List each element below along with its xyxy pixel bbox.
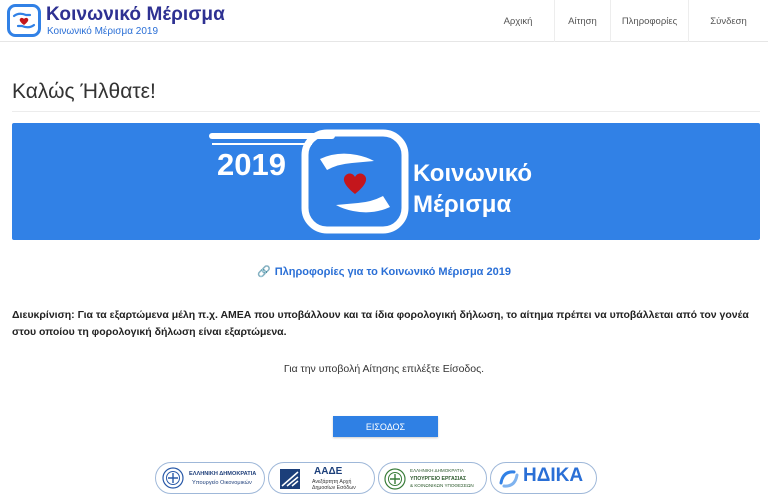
greek-emblem-icon	[384, 468, 406, 490]
greek-emblem-icon	[162, 467, 184, 489]
partner-idika-logo[interactable]: ΗΔΙΚΑ	[490, 462, 597, 494]
instruction-text: Για την υποβολή Αίτησης επιλέξτε Είσοδος…	[283, 363, 485, 375]
partner-ministry-finance-logo[interactable]: ΕΛΛΗΝΙΚΗ ΔΗΜΟΚΡΑΤΙΑ Υπουργείο Οικονομικώ…	[155, 462, 265, 494]
partner-line1: ΗΔΙΚΑ	[523, 465, 584, 486]
partner-line3: Δημοσίων Εσόδων	[312, 485, 356, 491]
partner-line2: ΥΠΟΥΡΓΕΙΟ ΕΡΓΑΣΙΑΣ	[410, 476, 467, 482]
partner-line1: ΕΛΛΗΝΙΚΗ ΔΗΜΟΚΡΑΤΙΑ	[410, 468, 464, 473]
aade-mark-icon	[280, 469, 300, 489]
nav-information[interactable]: Πληροφορίες	[610, 0, 688, 42]
partner-line1: ΕΛΛΗΝΙΚΗ ΔΗΜΟΚΡΑΤΙΑ	[189, 471, 257, 477]
info-link-label[interactable]: Πληροφορίες για το Κοινωνικό Μέρισμα 201…	[275, 266, 511, 278]
brand-subtitle: Κοινωνικό Μέρισμα 2019	[47, 26, 159, 37]
banner-graphic: 2019 Κοινωνικό Μέρισμα	[209, 129, 532, 234]
main-nav: Αρχική Αίτηση Πληροφορίες Σύνδεση	[482, 0, 768, 42]
login-button[interactable]: ΕΙΣΟΔΟΣ	[333, 416, 438, 437]
divider	[12, 111, 760, 112]
info-link[interactable]: 🔗 Πληροφορίες για το Κοινωνικό Μέρισμα 20…	[0, 265, 768, 278]
link-icon: 🔗	[257, 266, 271, 278]
partner-line2: Υπουργείο Οικονομικών	[192, 480, 252, 486]
banner-year: 2019	[217, 147, 286, 182]
brand-title[interactable]: Κοινωνικό Μέρισμα	[46, 4, 225, 26]
nav-application[interactable]: Αίτηση	[554, 0, 610, 42]
page-title: Καλώς Ήλθατε!	[12, 80, 156, 103]
bottom-hand-icon	[336, 196, 390, 213]
partner-aade-logo[interactable]: ΑΑΔΕ Ανεξάρτητη Αρχή Δημοσίων Εσόδων	[268, 462, 375, 494]
banner-title-line2: Μέρισμα	[413, 191, 511, 218]
site-logo-icon[interactable]	[7, 4, 41, 37]
top-hand-icon	[320, 153, 374, 170]
idika-swirl-icon	[499, 470, 519, 488]
site-header: Κοινωνικό Μέρισμα Κοινωνικό Μέρισμα 2019…	[0, 0, 768, 42]
heart-icon	[343, 173, 367, 194]
banner-title-line1: Κοινωνικό	[413, 160, 532, 187]
partner-ministry-labour-logo[interactable]: ΕΛΛΗΝΙΚΗ ΔΗΜΟΚΡΑΤΙΑ ΥΠΟΥΡΓΕΙΟ ΕΡΓΑΣΙΑΣ &…	[378, 462, 487, 494]
hero-banner: 2019 Κοινωνικό Μέρισμα	[12, 123, 760, 240]
nav-home[interactable]: Αρχική	[482, 0, 554, 42]
partner-line1: ΑΑΔΕ	[314, 466, 343, 477]
clarification-note: Διευκρίνιση: Για τα εξαρτώμενα μέλη π.χ.…	[12, 309, 749, 338]
partner-line3: & ΚΟΙΝΩΝΙΚΩΝ ΥΠΟΘΕΣΕΩΝ	[410, 483, 474, 488]
nav-login[interactable]: Σύνδεση	[688, 0, 768, 42]
